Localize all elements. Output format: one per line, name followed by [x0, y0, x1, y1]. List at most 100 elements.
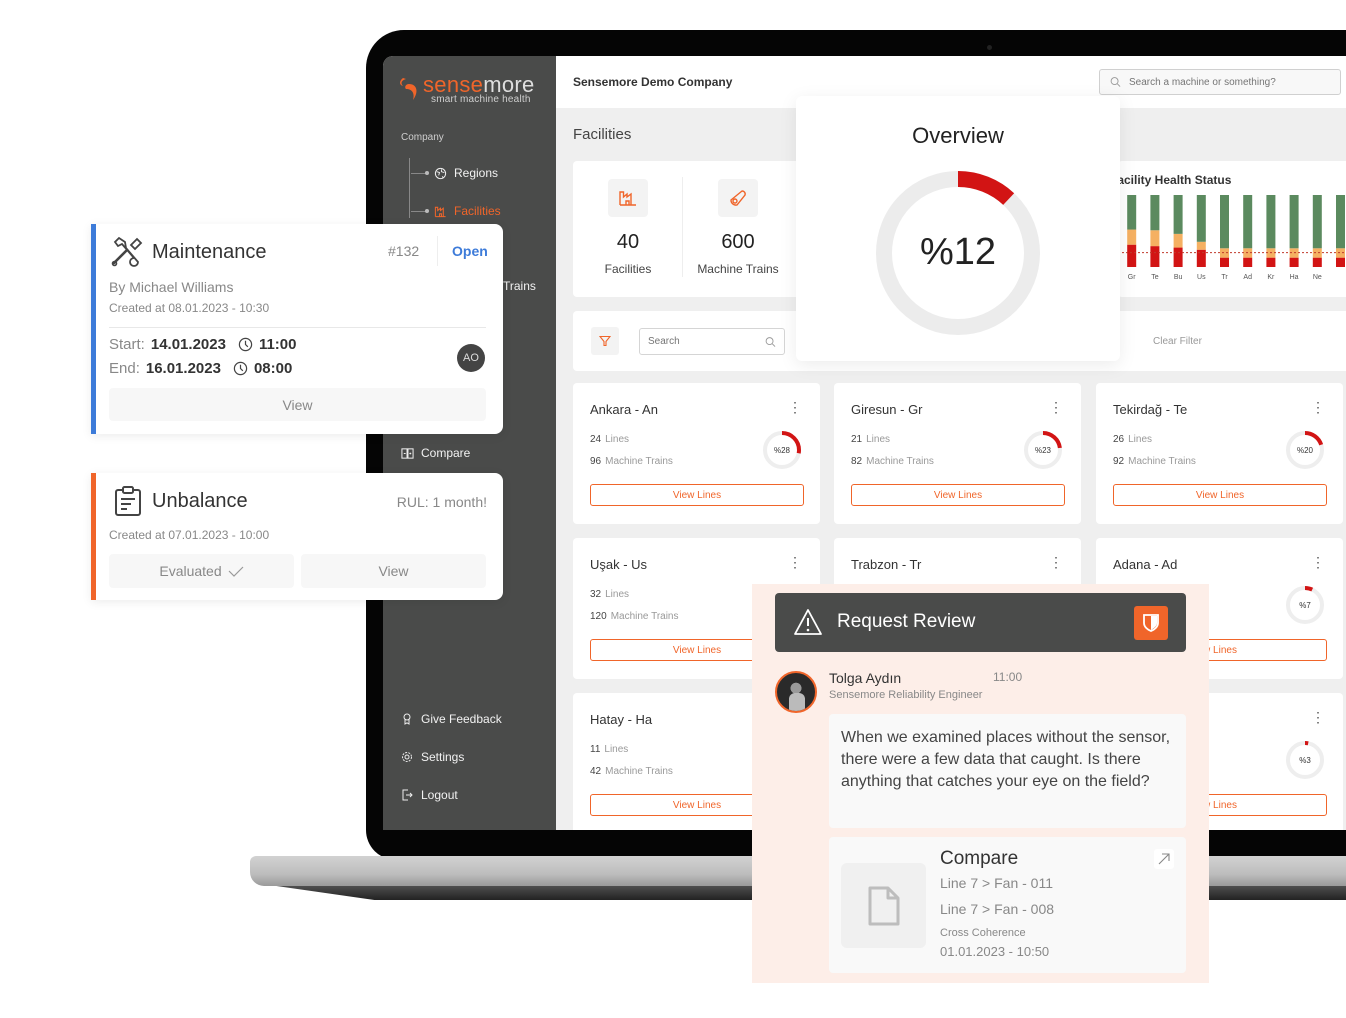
bar-segment-critical	[1312, 257, 1322, 267]
request-review-panel: Request Review Tolga Aydın 11:00 Sensemo…	[752, 584, 1209, 983]
bar-segment-healthy	[1312, 195, 1322, 249]
sidebar-item-facilities[interactable]: Facilities	[411, 204, 501, 218]
sidebar-item-compare[interactable]: Compare	[401, 446, 470, 460]
facility-search[interactable]	[639, 328, 785, 355]
bar-segment-critical	[1266, 257, 1276, 267]
x-tick-label: Ha	[1290, 274, 1299, 281]
trains-value: 96	[590, 456, 602, 467]
settings-link[interactable]: Settings	[401, 750, 464, 764]
filter-icon	[599, 335, 611, 347]
global-search-input[interactable]	[1129, 76, 1340, 88]
facility-name: Ankara - An	[590, 402, 658, 417]
view-lines-button[interactable]: View Lines	[851, 484, 1065, 506]
created-by: By Michael Williams	[109, 279, 234, 295]
divider	[109, 327, 486, 328]
facility-card: Ankara - An ⋮ 24 Lines 96 Machine Trains %28 Vi…	[573, 383, 820, 524]
tools-icon	[111, 236, 143, 267]
health-ring: %7	[1285, 585, 1325, 625]
give-feedback-link[interactable]: Give Feedback	[401, 712, 502, 726]
more-options-icon[interactable]: ⋮	[788, 555, 802, 569]
trains-value: 120	[590, 611, 607, 622]
end-date: 16.01.2023	[145, 360, 221, 377]
stat-icon-box	[718, 179, 758, 217]
logout-link[interactable]: Logout	[401, 788, 458, 802]
trains-value: 42	[590, 766, 602, 777]
global-search[interactable]	[1099, 69, 1341, 95]
user-name: Tolga Aydın	[829, 670, 902, 686]
stat-facilities: 40 Facilities	[573, 179, 683, 276]
filter-button[interactable]	[591, 327, 619, 355]
stats-card: 40 Facilities 600 Machine Trains	[573, 161, 813, 297]
attachment-card[interactable]: Compare Line 7 > Fan - 011 Line 7 > Fan …	[829, 837, 1186, 973]
bar-segment-healthy	[1336, 195, 1345, 249]
stat-value: 40	[616, 231, 640, 253]
lines-count: 21 Lines	[851, 434, 890, 445]
give-feedback-label: Give Feedback	[421, 712, 502, 726]
lines-count: 24 Lines	[590, 434, 629, 445]
bar-segment-healthy	[1127, 195, 1137, 230]
factory-icon	[434, 206, 446, 217]
trains-count: 120 Machine Trains	[590, 611, 679, 622]
view-lines-button[interactable]: View Lines	[590, 484, 804, 506]
logo[interactable]: sensemore smart machine health	[397, 72, 547, 106]
more-options-icon[interactable]: ⋮	[1311, 710, 1325, 724]
check-icon	[228, 566, 244, 577]
clipboard-icon	[115, 486, 141, 516]
facility-health-chart: AnGrTeBuUsTrAdKrHaNe	[1118, 195, 1346, 281]
x-tick-label: Te	[1151, 274, 1159, 281]
more-options-icon[interactable]: ⋮	[1311, 555, 1325, 569]
facility-card: Giresun - Gr ⋮ 21 Lines 82 Machine Trains %23 V…	[834, 383, 1081, 524]
more-options-icon[interactable]: ⋮	[1049, 555, 1063, 569]
sidebar-item-trains[interactable]: Trains	[503, 279, 536, 293]
attachment-date: 01.01.2023 - 10:50	[940, 944, 1050, 959]
stat-label: Facilities	[604, 262, 652, 276]
lines-label: Lines	[866, 434, 891, 445]
lines-value: 32	[590, 589, 602, 600]
logout-icon	[402, 789, 413, 801]
ticket-number: #132	[388, 243, 420, 259]
evaluated-button[interactable]: Evaluated	[109, 554, 294, 588]
more-options-icon[interactable]: ⋮	[788, 400, 802, 414]
open-external-button[interactable]	[1154, 849, 1174, 869]
logo-mark-icon	[400, 78, 417, 100]
lines-value: 26	[1113, 434, 1125, 445]
bar-segment-critical	[1220, 257, 1229, 267]
sidebar-item-label: Trains	[503, 279, 536, 293]
bar-segment-healthy	[1220, 195, 1229, 249]
bar-segment-critical	[1127, 244, 1137, 267]
start-time: 11:00	[258, 336, 297, 353]
clock-icon	[238, 337, 253, 352]
status-badge[interactable]: Open	[452, 243, 488, 259]
arrow-up-right-icon	[1158, 853, 1170, 865]
clear-filter-button[interactable]: Clear Filter	[1153, 336, 1202, 347]
bar-segment-critical	[1243, 257, 1253, 267]
bar-segment-critical	[1289, 257, 1299, 267]
x-tick-label: Ad	[1243, 274, 1252, 281]
more-options-icon[interactable]: ⋮	[1049, 400, 1063, 414]
health-percent: %20	[1296, 445, 1313, 455]
search-icon	[765, 336, 776, 347]
sidebar-item-label: Compare	[421, 446, 471, 460]
shield-icon	[1143, 614, 1159, 632]
tree-twig	[411, 170, 429, 175]
review-title: Request Review	[837, 611, 976, 632]
unbalance-title: Unbalance	[152, 490, 248, 512]
start-label: Start:	[109, 336, 145, 353]
attachment-source-2: Line 7 > Fan - 008	[940, 901, 1055, 917]
award-icon	[403, 713, 411, 725]
facility-search-input[interactable]	[648, 336, 766, 347]
tree-twig	[411, 208, 429, 213]
view-button[interactable]: View	[301, 554, 486, 588]
view-lines-button[interactable]: View Lines	[1113, 484, 1327, 506]
shield-button[interactable]	[1134, 606, 1168, 640]
x-tick-label: Tr	[1221, 274, 1228, 281]
view-button[interactable]: View	[109, 388, 486, 421]
assignee-avatar[interactable]: AO	[457, 344, 485, 372]
gear-icon	[402, 752, 412, 762]
start-row: Start: 14.01.2023 11:00	[109, 336, 296, 353]
trains-label: Machine Trains	[610, 611, 679, 622]
sidebar-item-regions[interactable]: Regions	[411, 166, 498, 180]
more-options-icon[interactable]: ⋮	[1311, 400, 1325, 414]
bar-segment-critical	[1150, 246, 1160, 267]
compare-icon	[401, 447, 414, 459]
